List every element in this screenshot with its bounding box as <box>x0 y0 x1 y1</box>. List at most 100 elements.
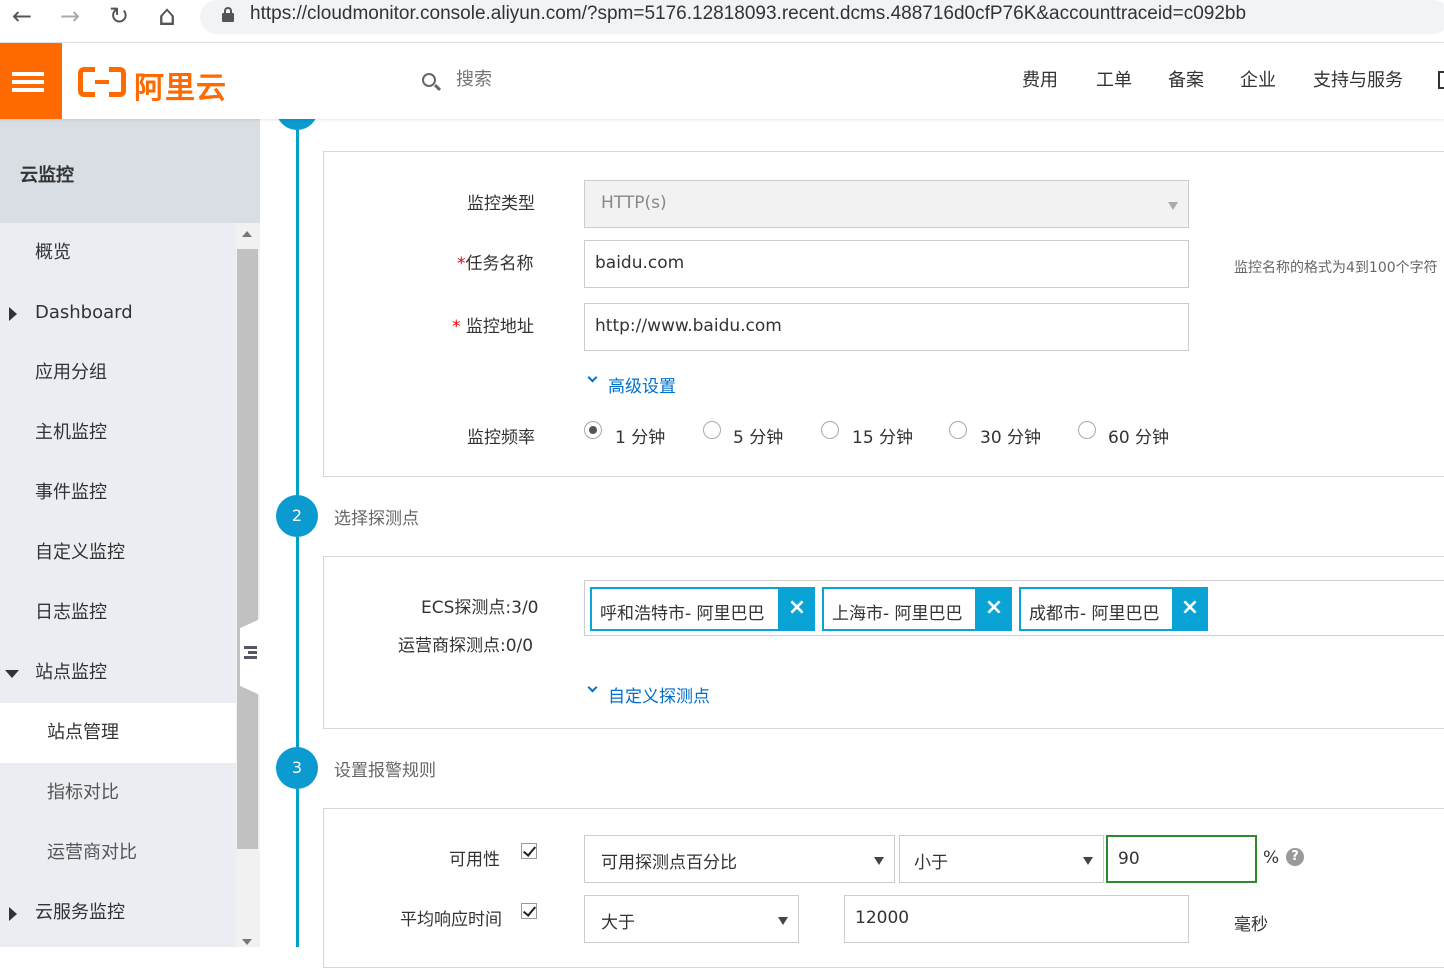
chevron-down-icon <box>874 857 884 865</box>
address-label: * 监控地址 <box>452 317 534 337</box>
sidebar-item-cloud-service-monitor[interactable]: 云服务监控 <box>0 883 236 943</box>
scrollbar-thumb[interactable] <box>237 249 258 849</box>
frequency-radio-60min[interactable] <box>1078 421 1096 439</box>
lock-icon <box>222 7 234 22</box>
sidebar-item-app-groups[interactable]: 应用分组 <box>0 343 236 403</box>
frequency-label: 监控频率 <box>467 428 535 448</box>
sidebar-item-label: 指标对比 <box>47 782 119 803</box>
availability-threshold-input[interactable]: 90 <box>1106 835 1257 883</box>
response-time-checkbox[interactable] <box>521 903 537 919</box>
sidebar-scrollbar[interactable] <box>236 223 260 947</box>
probe-tag: 上海市- 阿里巴巴 <box>822 587 977 631</box>
sidebar-item-custom-monitor[interactable]: 自定义监控 <box>0 523 236 583</box>
probe-tag: 成都市- 阿里巴巴 <box>1019 587 1174 631</box>
sidebar-item-host-monitor[interactable]: 主机监控 <box>0 403 236 463</box>
reload-icon[interactable]: ↻ <box>101 2 137 30</box>
probe-tag: 呼和浩特市- 阿里巴巴 <box>590 587 780 631</box>
monitor-type-label: 监控类型 <box>467 194 535 214</box>
sidebar-item-isp-compare[interactable]: 运营商对比 <box>0 823 236 883</box>
forward-icon[interactable]: → <box>52 2 88 30</box>
chevron-down-icon <box>1083 857 1093 865</box>
monitor-type-value: HTTP(s) <box>601 193 667 213</box>
home-icon[interactable]: ⌂ <box>149 2 185 30</box>
sidebar-item-label: 站点监控 <box>35 662 107 683</box>
sidebar-item-label: 运营商对比 <box>47 842 137 863</box>
sidebar-item-event-monitor[interactable]: 事件监控 <box>0 463 236 523</box>
frequency-radio-30min[interactable] <box>949 421 967 439</box>
frequency-option-label: 5 分钟 <box>733 428 784 448</box>
sidebar-item-label: 事件监控 <box>35 482 107 503</box>
close-icon[interactable]: × <box>1172 587 1208 631</box>
logo-text: 阿里云 <box>134 71 227 106</box>
back-icon[interactable]: ← <box>4 2 40 30</box>
chevron-down-icon <box>778 917 788 925</box>
frequency-option-label: 60 分钟 <box>1108 428 1170 448</box>
scroll-down-icon[interactable] <box>242 939 252 945</box>
sidebar-item-overview[interactable]: 概览 <box>0 223 236 283</box>
frequency-radio-15min[interactable] <box>821 421 839 439</box>
ecs-probe-label: ECS探测点:3/0 <box>421 598 539 618</box>
frequency-option-label: 15 分钟 <box>852 428 914 448</box>
step-line-2 <box>296 537 299 749</box>
search-icon[interactable] <box>422 73 442 92</box>
sidebar-item-label: 日志监控 <box>35 602 107 623</box>
percent-unit: % <box>1263 848 1280 868</box>
address-input[interactable]: http://www.baidu.com <box>584 303 1189 351</box>
task-name-hint: 监控名称的格式为4到100个字符 <box>1234 260 1438 276</box>
nav-fees[interactable]: 费用 <box>1022 66 1058 92</box>
sidebar-item-dashboard[interactable]: Dashboard <box>0 283 236 343</box>
availability-label: 可用性 <box>449 850 500 870</box>
menu-icon[interactable] <box>0 43 62 119</box>
sidebar-item-label: 概览 <box>35 242 71 263</box>
nav-enterprise[interactable]: 企业 <box>1240 66 1276 92</box>
sidebar-item-log-monitor[interactable]: 日志监控 <box>0 583 236 643</box>
sidebar-collapse-handle[interactable] <box>240 619 260 695</box>
response-operator-select[interactable]: 大于 <box>584 895 799 943</box>
availability-checkbox[interactable] <box>521 843 537 859</box>
availability-metric-select[interactable]: 可用探测点百分比 <box>584 835 895 883</box>
sidebar-item-label: 自定义监控 <box>35 542 125 563</box>
sidebar-item-label: Dashboard <box>35 302 133 323</box>
availability-operator-select[interactable]: 小于 <box>899 835 1104 883</box>
sidebar-item-label: 站点管理 <box>47 722 119 743</box>
availability-metric-value: 可用探测点百分比 <box>601 853 737 873</box>
nav-tickets[interactable]: 工单 <box>1096 66 1132 92</box>
help-icon[interactable]: ? <box>1286 848 1304 866</box>
chevron-down-icon <box>1168 202 1178 210</box>
advanced-settings-link[interactable]: 高级设置 <box>608 372 676 397</box>
sidebar: 云监控 概览 Dashboard 应用分组 主机监控 事件监控 自定义监控 日志… <box>0 119 260 947</box>
sidebar-item-label: 应用分组 <box>35 362 107 383</box>
response-time-label: 平均响应时间 <box>400 910 502 930</box>
response-threshold-input[interactable]: 12000 <box>844 895 1189 943</box>
nav-support[interactable]: 支持与服务 <box>1313 66 1403 92</box>
url-text[interactable]: https://cloudmonitor.console.aliyun.com/… <box>250 3 1246 25</box>
close-icon[interactable]: × <box>976 587 1012 631</box>
step-line-1 <box>296 119 299 497</box>
scroll-up-icon[interactable] <box>242 231 252 237</box>
frequency-option-label: 30 分钟 <box>980 428 1042 448</box>
collapse-icon <box>244 646 257 660</box>
frequency-radio-5min[interactable] <box>703 421 721 439</box>
sidebar-item-metric-compare[interactable]: 指标对比 <box>0 763 236 823</box>
step-title-alarm-rules: 设置报警规则 <box>334 761 436 781</box>
step-title-probes: 选择探测点 <box>334 509 419 529</box>
search-input[interactable] <box>456 69 656 90</box>
browser-toolbar: ← → ↻ ⌂ https://cloudmonitor.console.ali… <box>0 0 1444 43</box>
sidebar-item-site-management[interactable]: 站点管理 <box>0 703 236 763</box>
nav-icp[interactable]: 备案 <box>1168 66 1204 92</box>
more-icon[interactable] <box>1438 71 1444 89</box>
frequency-radio-1min[interactable] <box>584 421 602 439</box>
sidebar-item-site-monitor[interactable]: 站点监控 <box>0 643 236 703</box>
frequency-option-label: 1 分钟 <box>615 428 666 448</box>
sidebar-item-label: 主机监控 <box>35 422 107 443</box>
step-circle-3: 3 <box>276 747 318 789</box>
caret-right-icon <box>9 907 17 921</box>
caret-right-icon <box>9 307 17 321</box>
custom-probe-link[interactable]: 自定义探测点 <box>608 682 710 707</box>
close-icon[interactable]: × <box>779 587 815 631</box>
sidebar-item-label: 云服务监控 <box>35 902 125 923</box>
step-circle-2: 2 <box>276 495 318 537</box>
task-name-input[interactable]: baidu.com <box>584 240 1189 288</box>
alarm-rules-panel <box>323 808 1444 968</box>
step-line-3 <box>296 789 299 947</box>
